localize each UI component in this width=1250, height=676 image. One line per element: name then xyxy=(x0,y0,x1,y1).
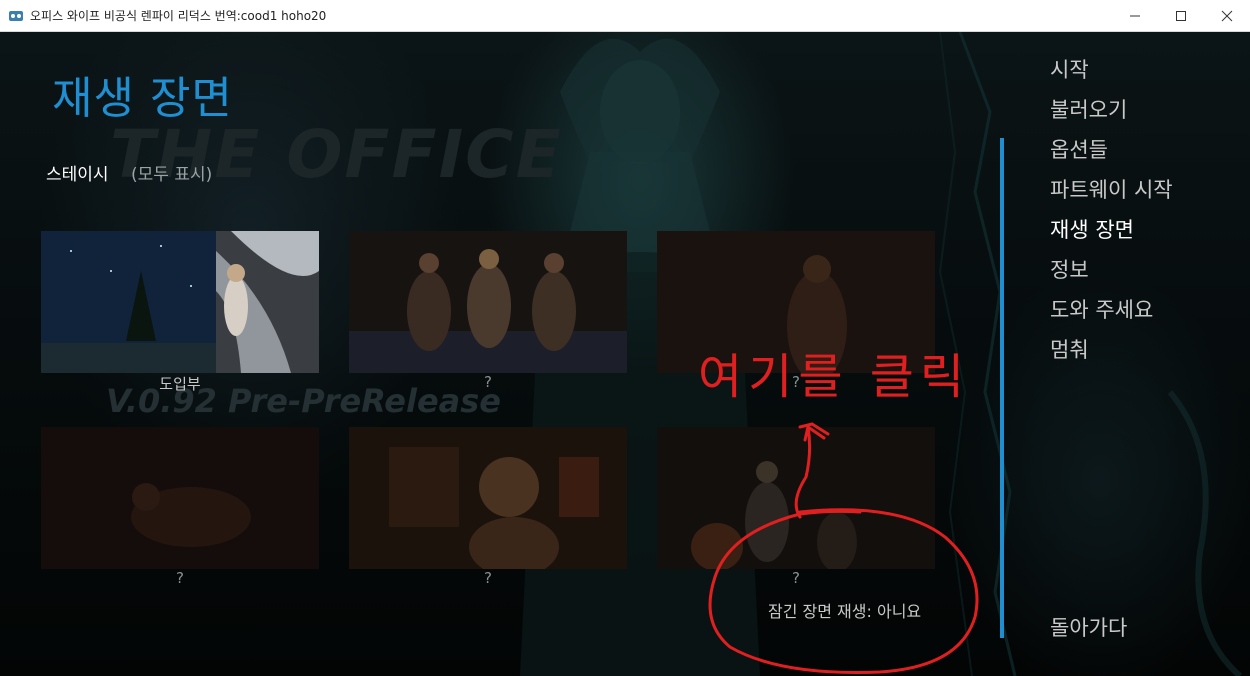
window-titlebar: 오피스 와이프 비공식 렌파이 리덕스 번역:cood1 hoho20 xyxy=(0,0,1250,32)
game-screen: THE OFFICE V.0.92 Pre-PreRelease 재생 장면 스… xyxy=(0,32,1250,676)
annotation-circle-arrow xyxy=(708,422,979,674)
maximize-icon[interactable] xyxy=(1158,0,1204,31)
minimize-icon[interactable] xyxy=(1112,0,1158,31)
app-icon xyxy=(9,10,23,21)
window-title: 오피스 와이프 비공식 렌파이 리덕스 번역:cood1 hoho20 xyxy=(30,9,327,23)
close-icon[interactable] xyxy=(1204,0,1250,31)
